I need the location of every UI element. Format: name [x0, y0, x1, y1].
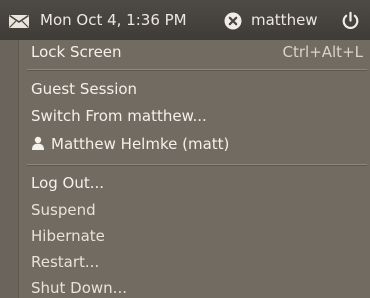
menu-separator: [27, 164, 367, 166]
status-x-icon[interactable]: [224, 12, 242, 30]
lock-screen-shortcut: Ctrl+Alt+L: [282, 43, 364, 61]
username-label[interactable]: matthew: [251, 11, 318, 29]
menu-item-switch-from[interactable]: Switch From matthew...: [31, 107, 207, 125]
menu-item-log-out[interactable]: Log Out...: [31, 174, 104, 192]
menu-item-guest-session[interactable]: Guest Session: [31, 80, 137, 98]
menu-item-user-account[interactable]: Matthew Helmke (matt): [31, 135, 229, 153]
top-panel: Mon Oct 4, 1:36 PM matthew: [0, 0, 370, 40]
clock[interactable]: Mon Oct 4, 1:36 PM: [40, 11, 187, 29]
menu-separator: [27, 69, 367, 71]
user-entry-label: Matthew Helmke (matt): [51, 135, 230, 153]
power-icon[interactable]: [341, 11, 360, 30]
person-icon: [32, 136, 44, 150]
menu-item-restart[interactable]: Restart...: [31, 253, 99, 271]
envelope-icon[interactable]: [9, 15, 29, 28]
menu-item-hibernate[interactable]: Hibernate: [31, 227, 105, 245]
menu-item-lock-screen[interactable]: Lock Screen: [31, 43, 122, 61]
menu-item-shut-down[interactable]: Shut Down...: [31, 279, 127, 297]
menu-item-suspend[interactable]: Suspend: [31, 201, 96, 219]
session-menu: Lock Screen Ctrl+Alt+L Guest Session Swi…: [18, 40, 370, 298]
